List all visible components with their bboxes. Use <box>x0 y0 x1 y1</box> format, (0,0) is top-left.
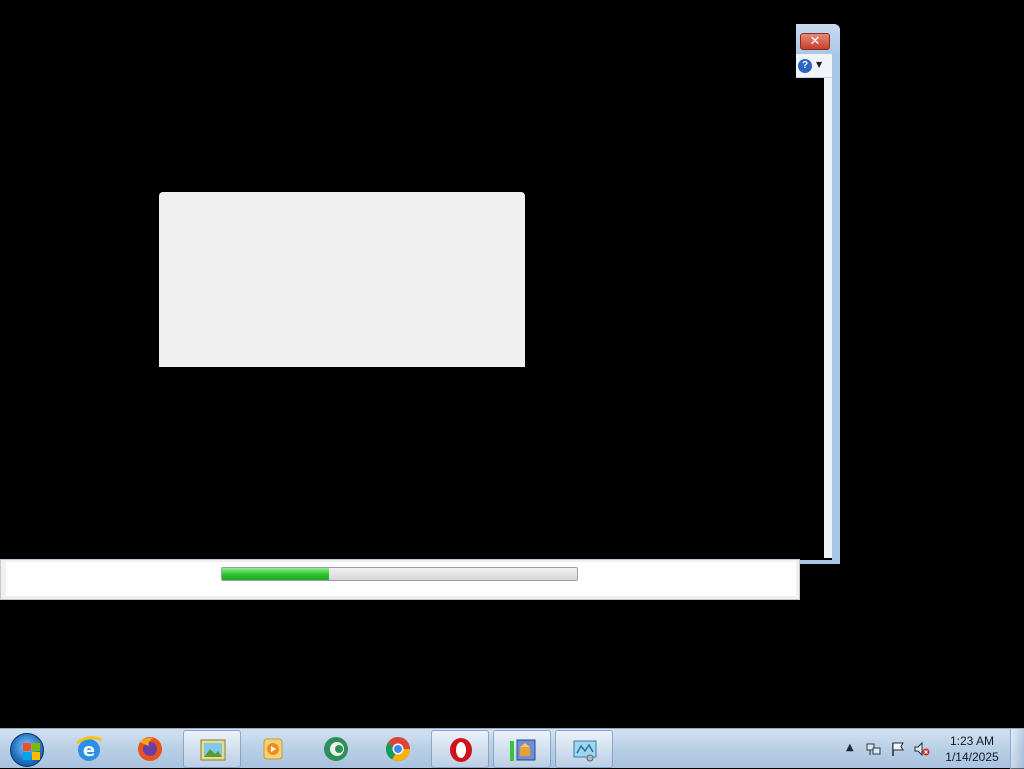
taskbar-button-opera[interactable] <box>431 730 489 768</box>
media-player-icon <box>263 738 283 760</box>
installer-app-icon <box>510 739 536 761</box>
internet-explorer-icon: e <box>76 736 103 761</box>
window-client-edge <box>824 78 832 558</box>
taskbar-button-media-player[interactable] <box>244 730 302 768</box>
taskbar-button-green-swirl-app[interactable] <box>307 730 365 768</box>
firefox-icon <box>138 737 162 761</box>
photo-app-icon <box>200 739 226 761</box>
taskbar-button-firefox[interactable] <box>121 730 179 768</box>
start-orb-icon <box>10 733 44 767</box>
close-button[interactable]: ✕ <box>800 33 830 50</box>
clock[interactable]: 1:23 AM 1/14/2025 <box>938 733 1006 765</box>
network-app-icon <box>573 740 597 762</box>
taskbar-button-installer-app[interactable] <box>493 730 551 768</box>
help-dropdown-icon[interactable]: ▼ <box>816 60 822 69</box>
taskbar: e ▲ 1:23 AM 1/14/2025 <box>0 728 1024 769</box>
progress-bar-fill <box>222 568 329 580</box>
opera-icon <box>450 738 472 762</box>
progress-bar <box>221 567 578 581</box>
clock-time: 1:23 AM <box>949 734 995 748</box>
action-center-flag-icon[interactable] <box>890 741 906 757</box>
help-icon[interactable]: ? <box>798 59 812 73</box>
start-button[interactable] <box>6 731 46 767</box>
taskbar-button-network-app[interactable] <box>555 730 613 768</box>
taskbar-button-internet-explorer[interactable]: e <box>60 730 118 768</box>
green-swirl-app-icon <box>324 737 348 761</box>
taskbar-button-photo-app[interactable] <box>183 730 241 768</box>
show-hidden-icons-button[interactable]: ▲ <box>846 742 854 753</box>
volume-muted-icon[interactable] <box>914 741 930 757</box>
system-tray: ▲ 1:23 AM 1/14/2025 <box>842 729 1024 769</box>
clock-date: 1/14/2025 <box>945 750 999 764</box>
chrome-icon <box>385 737 410 762</box>
windows-flag-icon <box>23 743 41 761</box>
show-desktop-button[interactable] <box>1010 729 1024 769</box>
svg-text:e: e <box>83 740 95 761</box>
blank-dialog <box>159 192 525 367</box>
desktop: ✕ ? ▼ <box>0 0 1024 728</box>
taskbar-button-chrome[interactable] <box>369 730 427 768</box>
network-icon[interactable] <box>866 741 882 757</box>
